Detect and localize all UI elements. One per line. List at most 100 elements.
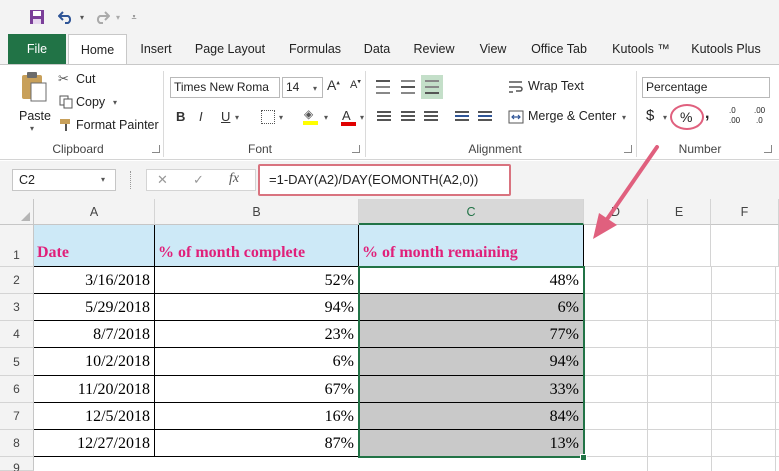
cell-remaining[interactable]: 94% (359, 348, 584, 376)
column-header-b[interactable]: B (155, 199, 359, 225)
cell-f1[interactable] (711, 225, 779, 267)
tab-office-tab[interactable]: Office Tab (526, 34, 592, 64)
align-center-button[interactable] (399, 109, 419, 125)
fill-color-dropdown-icon[interactable]: ▾ (324, 113, 328, 122)
fill-color-button[interactable]: ◈ (302, 107, 320, 127)
increase-font-button[interactable]: A▴ (327, 77, 347, 97)
save-icon[interactable] (26, 7, 48, 27)
merge-center-button[interactable]: Merge & Center ▾ (508, 108, 630, 128)
column-header-c[interactable]: C (359, 199, 584, 225)
align-middle-button[interactable] (397, 77, 419, 99)
number-format-box[interactable]: Percentage (642, 77, 770, 98)
increase-decimal-button[interactable]: .0 .00 (729, 106, 749, 130)
tab-home[interactable]: Home (68, 34, 127, 65)
customize-toolbar-icon[interactable]: ⩡ (128, 7, 140, 27)
cell-date[interactable]: 11/20/2018 (34, 376, 155, 403)
decrease-decimal-button[interactable]: .00 .0 (754, 106, 774, 130)
tab-formulas[interactable]: Formulas (282, 34, 348, 64)
cell-date[interactable]: 8/7/2018 (34, 321, 155, 348)
align-left-button[interactable] (375, 109, 395, 125)
row-header-4[interactable]: 4 (0, 321, 34, 348)
tab-kutools[interactable]: Kutools ™ (606, 34, 676, 64)
borders-dropdown-icon[interactable]: ▾ (279, 113, 283, 122)
tab-file[interactable]: File (8, 34, 66, 64)
cell-complete[interactable]: 23% (155, 321, 359, 348)
cell-complete[interactable]: 94% (155, 294, 359, 321)
enter-icon[interactable]: ✓ (193, 172, 204, 188)
copy-button[interactable]: Copy ▾ (58, 94, 124, 112)
underline-button[interactable]: U (221, 109, 230, 124)
cell-complete[interactable]: 6% (155, 348, 359, 376)
currency-button[interactable]: $ ▾ (646, 107, 672, 127)
row-header-1[interactable]: 1 (0, 225, 34, 267)
bold-button[interactable]: B (176, 109, 185, 124)
tab-page-layout[interactable]: Page Layout (190, 34, 270, 64)
name-box[interactable]: C2 ▾ (12, 169, 116, 191)
cut-button[interactable]: ✂ Cut (58, 71, 118, 89)
cell-remaining[interactable]: 77% (359, 321, 584, 348)
row-header-6[interactable]: 6 (0, 376, 34, 403)
align-top-button[interactable] (372, 77, 396, 99)
row-header-3[interactable]: 3 (0, 294, 34, 321)
redo-dropdown-icon[interactable]: ▾ (113, 7, 123, 27)
fill-handle[interactable] (580, 454, 587, 461)
row-header-5[interactable]: 5 (0, 348, 34, 376)
font-color-button[interactable]: A (340, 107, 358, 127)
font-color-dropdown-icon[interactable]: ▾ (360, 113, 364, 122)
wrap-text-button[interactable]: Wrap Text (508, 78, 618, 98)
formula-bar-splitter[interactable] (130, 171, 133, 189)
tab-kutools-plus[interactable]: Kutools Plus (686, 34, 766, 64)
insert-function-icon[interactable]: fx (229, 171, 239, 187)
row-header-8[interactable]: 8 (0, 430, 34, 457)
italic-button[interactable]: I (199, 109, 203, 124)
row-header-7[interactable]: 7 (0, 403, 34, 430)
cell-remaining[interactable]: 33% (359, 376, 584, 403)
column-header-a[interactable]: A (34, 199, 155, 225)
cell-complete[interactable]: 16% (155, 403, 359, 430)
increase-indent-button[interactable] (476, 109, 496, 125)
cell-complete[interactable]: 87% (155, 430, 359, 457)
format-painter-button[interactable]: Format Painter (58, 117, 159, 135)
cell-remaining[interactable]: 84% (359, 403, 584, 430)
empty-cells-grid[interactable] (584, 267, 779, 471)
align-right-button[interactable] (422, 109, 442, 125)
decrease-font-button[interactable]: A▾ (350, 77, 370, 97)
header-cell-complete[interactable]: % of month complete (155, 225, 359, 267)
tab-insert[interactable]: Insert (133, 34, 179, 64)
row-header-9[interactable]: 9 (0, 457, 34, 471)
cell-date[interactable]: 3/16/2018 (34, 267, 155, 294)
cell-complete[interactable]: 67% (155, 376, 359, 403)
font-name-box[interactable]: Times New Roma (170, 77, 280, 98)
cell-complete[interactable]: 52% (155, 267, 359, 294)
borders-icon[interactable] (261, 110, 275, 124)
align-bottom-button[interactable] (421, 75, 443, 99)
header-cell-date[interactable]: Date (34, 225, 155, 267)
select-all-corner[interactable] (0, 199, 34, 225)
comma-style-button[interactable]: , (705, 105, 709, 123)
number-launcher-icon[interactable] (764, 145, 772, 153)
undo-icon[interactable] (56, 7, 76, 27)
underline-dropdown-icon[interactable]: ▾ (235, 113, 239, 122)
percent-style-button[interactable]: % (670, 104, 704, 130)
cancel-icon[interactable]: ✕ (157, 172, 168, 188)
cell-remaining[interactable]: 48% (359, 267, 584, 294)
undo-dropdown-icon[interactable]: ▾ (77, 7, 87, 27)
cell-remaining[interactable]: 13% (359, 430, 584, 457)
paste-button[interactable]: Paste ▾ (14, 71, 54, 133)
clipboard-launcher-icon[interactable] (152, 145, 160, 153)
column-header-f[interactable]: F (711, 199, 779, 225)
cell-date[interactable]: 12/5/2018 (34, 403, 155, 430)
cell-date[interactable]: 12/27/2018 (34, 430, 155, 457)
redo-icon[interactable] (92, 7, 112, 27)
cell-remaining[interactable]: 6% (359, 294, 584, 321)
header-cell-remaining[interactable]: % of month remaining (359, 225, 584, 267)
decrease-indent-button[interactable] (453, 109, 473, 125)
row-header-2[interactable]: 2 (0, 267, 34, 294)
font-launcher-icon[interactable] (352, 145, 360, 153)
font-size-box[interactable]: 14 ▾ (282, 77, 323, 98)
formula-input[interactable]: =1-DAY(A2)/DAY(EOMONTH(A2,0)) (258, 164, 511, 196)
cell-date[interactable]: 10/2/2018 (34, 348, 155, 376)
tab-data[interactable]: Data (358, 34, 396, 64)
cell-date[interactable]: 5/29/2018 (34, 294, 155, 321)
tab-review[interactable]: Review (408, 34, 460, 64)
